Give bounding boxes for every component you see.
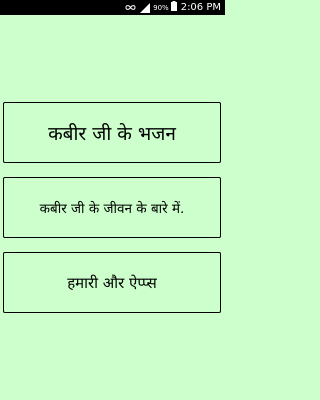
signal-bars-icon <box>140 2 151 13</box>
status-bar: 90% 2:06 PM <box>0 0 225 15</box>
main-menu: कबीर जी के भजन कबीर जी के जीवन के बारे म… <box>0 15 225 400</box>
infinity-icon <box>125 4 136 11</box>
battery-percent: 90% <box>153 3 169 12</box>
kabir-life-button[interactable]: कबीर जी के जीवन के बारे में. <box>3 177 221 238</box>
kabir-bhajan-label: कबीर जी के भजन <box>48 122 176 145</box>
clock-time: 2:06 PM <box>180 2 221 13</box>
our-apps-label: हमारी और ऐप्प्स <box>67 273 157 292</box>
kabir-bhajan-button[interactable]: कबीर जी के भजन <box>3 102 221 163</box>
our-apps-button[interactable]: हमारी और ऐप्प्स <box>3 252 221 313</box>
battery-icon <box>170 1 177 14</box>
kabir-life-label: कबीर जी के जीवन के बारे में. <box>39 200 185 217</box>
